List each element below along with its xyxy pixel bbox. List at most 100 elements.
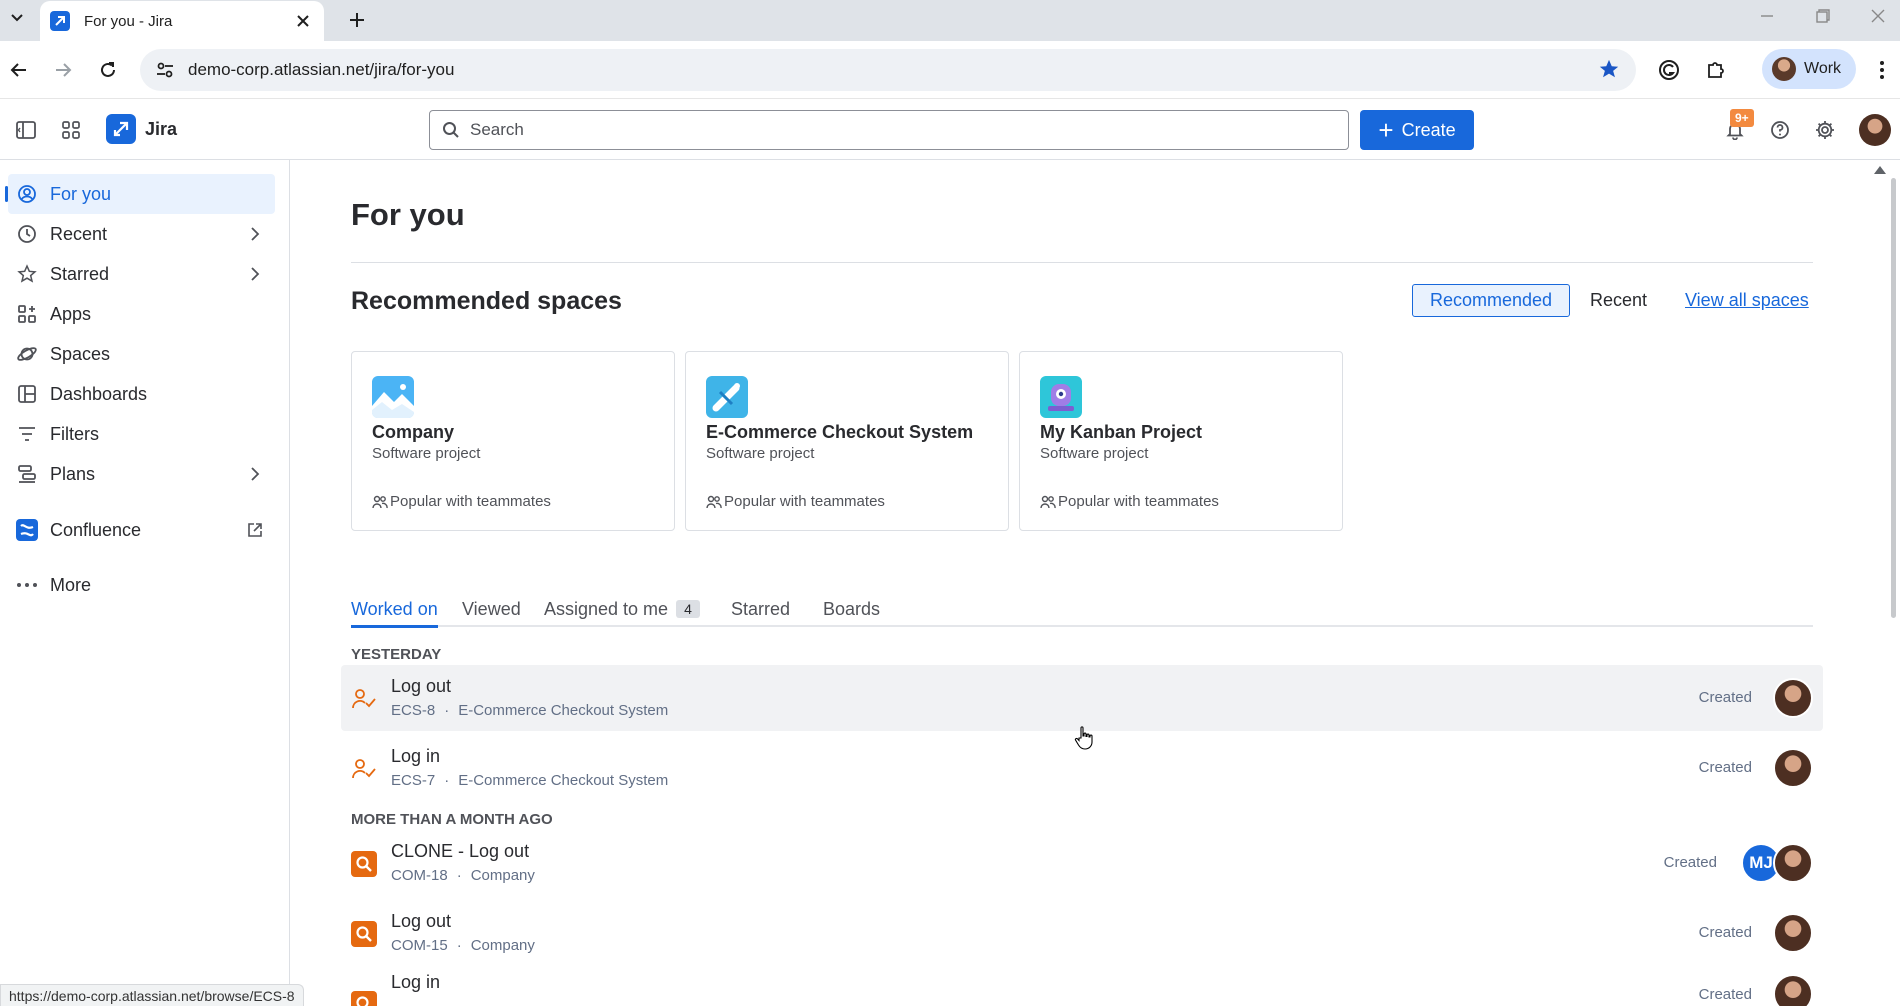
app-switcher-button[interactable] [56, 115, 86, 145]
space-popularity: Popular with teammates [1040, 493, 1219, 510]
group-heading: YESTERDAY [351, 646, 442, 663]
chevron-right-icon[interactable] [245, 464, 265, 484]
planet-icon [16, 343, 38, 365]
sidebar: For you Recent Starred Apps Spaces Dashb… [0, 160, 290, 1006]
space-name: My Kanban Project [1040, 422, 1203, 442]
popularity-label: Popular with teammates [724, 493, 885, 510]
sidebar-item-apps[interactable]: Apps [8, 294, 275, 334]
create-button[interactable]: + Create [1360, 110, 1474, 150]
help-button[interactable] [1765, 115, 1795, 145]
sidebar-item-more[interactable]: More [8, 565, 275, 605]
sidebar-toggle-button[interactable] [11, 115, 41, 145]
list-item[interactable]: CLONE - Log out COM-18 · Company Created M… [341, 830, 1823, 896]
space-name: Company [372, 422, 455, 442]
extensions-puzzle-icon[interactable] [1700, 54, 1732, 86]
hand-cursor-icon [1074, 726, 1094, 755]
search-issue-icon [351, 921, 377, 947]
sidebar-item-dashboards[interactable]: Dashboards [8, 374, 275, 414]
sidebar-item-confluence[interactable]: Confluence [8, 510, 275, 550]
bookmark-star-icon[interactable] [1598, 58, 1620, 85]
toggle-recent[interactable]: Recent [1590, 284, 1647, 317]
settings-button[interactable] [1810, 115, 1840, 145]
space-card-ecommerce[interactable]: E-Commerce Checkout System Software proj… [685, 351, 1009, 531]
sidebar-item-for-you[interactable]: For you [5, 174, 275, 214]
minimize-button[interactable] [1745, 0, 1789, 32]
jira-top-nav: Jira + Create 9+ [0, 99, 1900, 160]
item-key: COM-18 [391, 867, 448, 884]
meta-separator: · [456, 867, 462, 884]
browser-tabstrip: For you - Jira [0, 0, 1900, 41]
app-name: Jira [145, 118, 178, 139]
forward-button[interactable] [48, 55, 78, 85]
sidebar-item-recent[interactable]: Recent [8, 214, 275, 254]
item-title: CLONE - Log out [391, 841, 530, 861]
site-info-icon[interactable] [144, 49, 186, 91]
item-title: Log out [391, 676, 452, 696]
profile-chip[interactable]: Work [1762, 49, 1856, 89]
restore-button[interactable] [1801, 0, 1845, 32]
list-item[interactable]: Log out ECS-8 · E-Commerce Checkout System… [341, 665, 1823, 731]
tab-label: Viewed [462, 598, 521, 619]
external-link-icon[interactable] [245, 520, 265, 540]
people-icon [1040, 495, 1056, 509]
close-window-button[interactable] [1856, 0, 1900, 32]
browser-tab-active[interactable]: For you - Jira [40, 1, 324, 41]
tab-search-button[interactable] [4, 4, 30, 30]
tab-label: Assigned to me [544, 598, 669, 619]
sidebar-item-label: Filters [50, 423, 99, 444]
arrow-right-icon [56, 63, 72, 77]
item-title: Log in [391, 972, 441, 992]
chevron-right-icon[interactable] [245, 264, 265, 284]
tab-worked-on[interactable]: Worked on [351, 593, 438, 628]
meta-separator: · [444, 702, 450, 719]
grammarly-extension-icon[interactable] [1653, 54, 1685, 86]
jira-home-link[interactable]: Jira [106, 114, 177, 144]
space-card-company[interactable]: Company Software project Popular with te… [351, 351, 675, 531]
scrollbar-thumb[interactable] [1891, 178, 1896, 618]
browser-menu-button[interactable] [1870, 55, 1894, 85]
user-avatar[interactable] [1859, 114, 1891, 146]
list-item[interactable]: Log in Created [341, 970, 1823, 1006]
item-action: Created [1663, 854, 1717, 871]
tab-boards[interactable]: Boards [823, 593, 880, 625]
tab-label: Starred [731, 598, 791, 619]
reload-button[interactable] [93, 55, 123, 85]
address-bar[interactable]: demo-corp.atlassian.net/jira/for-you [140, 49, 1636, 91]
list-item[interactable]: Log out COM-15 · Company Created [341, 900, 1823, 966]
chevron-right-icon[interactable] [245, 224, 265, 244]
search-box[interactable] [429, 110, 1349, 150]
filter-icon [16, 423, 38, 445]
tab-viewed[interactable]: Viewed [462, 593, 521, 625]
toggle-recommended[interactable]: Recommended [1412, 284, 1570, 317]
new-tab-button[interactable] [342, 5, 372, 35]
space-popularity: Popular with teammates [706, 493, 885, 510]
divider [351, 262, 1813, 263]
search-input[interactable] [470, 120, 1330, 140]
view-all-spaces-link[interactable]: View all spaces [1685, 284, 1809, 317]
space-type: Software project [1040, 445, 1149, 462]
tab-starred[interactable]: Starred [731, 593, 790, 625]
popularity-label: Popular with teammates [390, 493, 551, 510]
group-heading: MORE THAN A MONTH AGO [351, 811, 553, 828]
main-content: For you Recommended spaces Recommended R… [291, 160, 1886, 1006]
sidebar-item-label: Starred [50, 263, 110, 284]
avatar [1773, 913, 1813, 953]
sidebar-item-plans[interactable]: Plans [8, 454, 275, 494]
jira-logo-icon [106, 114, 136, 144]
back-button[interactable] [4, 55, 34, 85]
tab-close-icon[interactable] [292, 10, 314, 32]
arrow-left-icon [10, 63, 26, 77]
sidebar-item-filters[interactable]: Filters [8, 414, 275, 454]
space-card-kanban[interactable]: My Kanban Project Software project Popul… [1019, 351, 1343, 531]
kebab-menu-icon [1880, 61, 1884, 79]
sidebar-item-spaces[interactable]: Spaces [8, 334, 275, 374]
gear-icon [1816, 121, 1834, 139]
sidebar-item-starred[interactable]: Starred [8, 254, 275, 294]
item-key: ECS-7 [391, 772, 436, 789]
tab-assigned-to-me[interactable]: Assigned to me 4 [544, 593, 700, 625]
search-issue-icon [351, 851, 377, 877]
profile-avatar [1772, 57, 1796, 81]
search-issue-icon [351, 991, 377, 1006]
scroll-up-arrow-icon[interactable] [1874, 166, 1886, 174]
item-meta: ECS-7 · E-Commerce Checkout System [391, 772, 668, 789]
